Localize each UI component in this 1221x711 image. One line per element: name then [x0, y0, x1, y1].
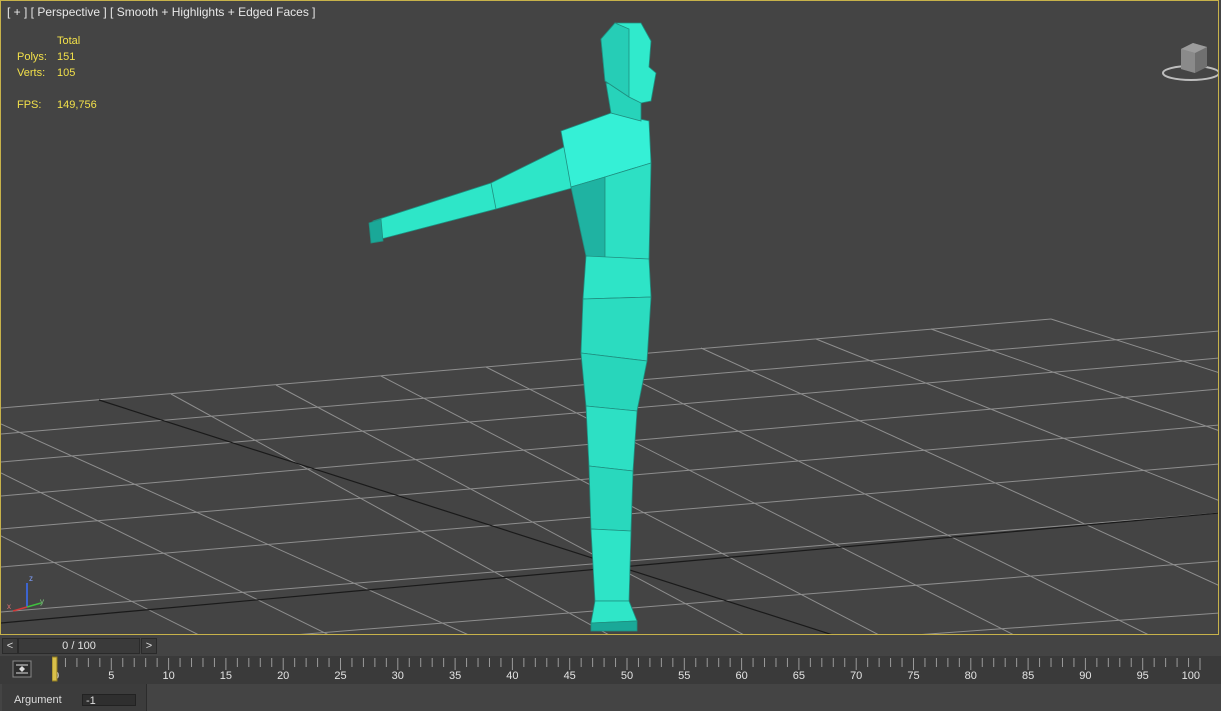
ruler-tick-label: 45	[564, 670, 576, 682]
ruler-tick-label: 90	[1079, 670, 1091, 682]
verts-value: 105	[57, 67, 76, 79]
perspective-viewport[interactable]: [ + ] [ Perspective ] [ Smooth + Highlig…	[0, 0, 1219, 635]
ruler-tick-label: 20	[277, 670, 289, 682]
axis-tripod-icon: z y x	[7, 574, 44, 612]
argument-label: Argument	[14, 694, 62, 706]
maxscript-listener-box[interactable]: Argument -1	[2, 684, 147, 711]
track-bar[interactable]: 0510152025303540455055606570758085909510…	[0, 656, 1221, 684]
next-frame-button[interactable]: >	[141, 638, 157, 654]
bottom-panel: Argument -1	[0, 684, 1221, 711]
axis-y-label: y	[40, 597, 44, 606]
time-slider-thumb[interactable]: 0 / 100	[18, 638, 140, 654]
ruler-tick-label: 25	[334, 670, 346, 682]
ruler-tick-label: 30	[392, 670, 404, 682]
ruler-tick-label: 75	[907, 670, 919, 682]
ruler-tick-label: 10	[162, 670, 174, 682]
current-frame-marker[interactable]	[52, 656, 58, 682]
frame-ruler[interactable]: 0510152025303540455055606570758085909510…	[52, 656, 1216, 684]
ruler-tick-label: 50	[621, 670, 633, 682]
time-slider[interactable]: < 0 / 100 >	[0, 636, 1221, 656]
ruler-ticks	[53, 658, 1201, 670]
viewport-label[interactable]: [ + ] [ Perspective ] [ Smooth + Highlig…	[7, 5, 316, 19]
ruler-tick-label: 80	[965, 670, 977, 682]
viewcube-icon[interactable]	[1161, 37, 1219, 87]
key-mode-icon[interactable]	[12, 660, 32, 678]
ruler-tick-label: 100	[1182, 670, 1200, 682]
ruler-tick-label: 35	[449, 670, 461, 682]
ruler-tick-label: 70	[850, 670, 862, 682]
fps-value: 149,756	[57, 99, 97, 111]
axis-z-label: z	[29, 574, 33, 583]
character-model[interactable]	[368, 22, 657, 632]
ruler-labels: 0510152025303540455055606570758085909510…	[53, 670, 1200, 682]
ruler-tick-label: 15	[220, 670, 232, 682]
polys-value: 151	[57, 51, 76, 63]
ruler-tick-label: 60	[735, 670, 747, 682]
ruler-tick-label: 85	[1022, 670, 1034, 682]
ruler-tick-label: 5	[108, 670, 114, 682]
polys-label: Polys:	[17, 51, 47, 63]
verts-label: Verts:	[17, 67, 46, 79]
fps-label: FPS:	[17, 99, 42, 111]
viewport-scene[interactable]	[1, 1, 1219, 635]
ruler-tick-label: 65	[793, 670, 805, 682]
ruler-tick-label: 55	[678, 670, 690, 682]
previous-frame-button[interactable]: <	[2, 638, 18, 654]
axis-x-label: x	[7, 602, 11, 611]
ruler-tick-label: 40	[506, 670, 518, 682]
ruler-tick-label: 95	[1137, 670, 1149, 682]
stats-header: Total	[57, 35, 81, 47]
argument-field[interactable]: -1	[82, 694, 136, 707]
